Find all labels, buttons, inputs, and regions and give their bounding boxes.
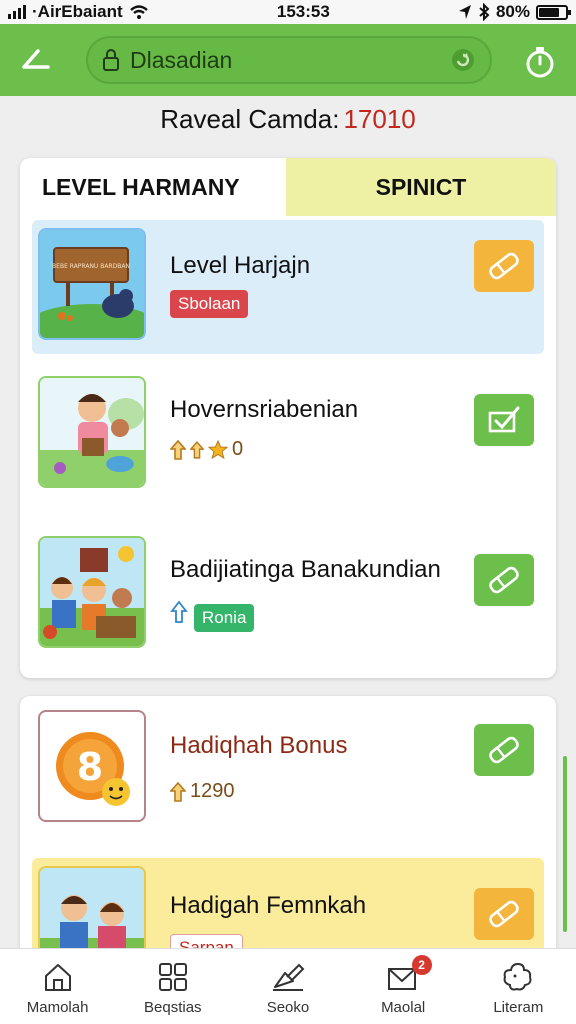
- nav-item-grid[interactable]: Beqstias: [115, 949, 230, 1024]
- arrow-up-outline-icon: [170, 600, 188, 623]
- reload-icon[interactable]: [450, 47, 476, 73]
- address-text: Dlasadian: [130, 46, 233, 73]
- row-meta: 0: [170, 438, 243, 461]
- edit-button[interactable]: [474, 554, 534, 606]
- back-button[interactable]: [16, 42, 56, 82]
- tab-spinict[interactable]: SPINICT: [286, 158, 556, 216]
- scrollbar[interactable]: [563, 756, 567, 932]
- nav-label: Maolal: [381, 999, 426, 1016]
- row-meta-value: 1290: [190, 780, 235, 802]
- nav-label: Seoko: [266, 999, 310, 1016]
- list-item-hovernsriabenian[interactable]: Hovernsriabenian 0: [32, 368, 544, 502]
- list-item-level-harjajn[interactable]: BEBE RAPRANU BARDBAN Level Harjajn Sbola…: [32, 220, 544, 354]
- status-badge: Ronia: [194, 604, 255, 632]
- status-bar: ·AirEbaiant 153:53 80%: [0, 0, 576, 24]
- arrow-up-icon: [170, 439, 186, 460]
- stopwatch-icon: [526, 47, 554, 78]
- level-thumbnail: BEBE RAPRANU BARDBAN: [38, 228, 146, 340]
- row-meta: 1290: [170, 780, 235, 803]
- row-title: Level Harjajn: [170, 252, 311, 279]
- flower-icon: [503, 962, 532, 991]
- edit-button[interactable]: [474, 888, 534, 940]
- timer-button[interactable]: [520, 42, 560, 82]
- eraser-icon: [489, 900, 519, 928]
- eraser-icon: [489, 252, 519, 280]
- nav-item-search[interactable]: Seoko: [230, 949, 345, 1024]
- nav-item-home[interactable]: Mamolah: [0, 949, 115, 1024]
- list-item-hadiqhah-bonus[interactable]: 8 Hadiqhah Bonus 1290: [32, 702, 544, 836]
- checkbox-edit-icon: [488, 406, 520, 433]
- grid-icon: [158, 963, 187, 991]
- tab-bar: LEVEL HARMANY SPINICT: [20, 158, 556, 216]
- nav-item-profile[interactable]: Literam: [461, 949, 576, 1024]
- list-item-badijiatinga[interactable]: Badijiatinga Banakundian Ronia: [32, 528, 544, 662]
- carrier-name: ·AirEbaiant: [32, 2, 123, 21]
- edit-button[interactable]: [474, 240, 534, 292]
- eraser-icon: [489, 736, 519, 764]
- battery-percent: 80%: [495, 2, 530, 21]
- lock-icon: [103, 49, 119, 71]
- tab-level-harmany[interactable]: LEVEL HARMANY: [20, 158, 286, 216]
- signboard-text: BEBE RAPRANU BARDBAN: [52, 263, 130, 270]
- edit-button[interactable]: [474, 394, 534, 446]
- location-icon: [458, 5, 471, 19]
- level-thumbnail: [38, 376, 146, 488]
- app-header: Dlasadian: [0, 24, 576, 96]
- edit-button[interactable]: [474, 724, 534, 776]
- status-time: 153:53: [276, 2, 330, 21]
- back-arrow-icon: [22, 49, 50, 69]
- signal-icon: [8, 5, 26, 19]
- level-thumbnail: [38, 536, 146, 648]
- row-meta-value: 0: [232, 438, 244, 460]
- reveal-summary: Raveal Camda: 17010: [0, 104, 576, 135]
- notification-badge: 2: [411, 955, 432, 975]
- list-item-hadigah-femnkah[interactable]: Hadigah Femnkah Sarpan: [32, 858, 544, 956]
- address-bar[interactable]: Dlasadian: [86, 36, 492, 84]
- battery-icon: [536, 4, 571, 20]
- home-icon: [44, 964, 71, 991]
- arrow-up-icon: [190, 440, 204, 459]
- nav-label: Beqstias: [144, 999, 202, 1016]
- row-title: Hadigah Femnkah: [170, 892, 367, 919]
- status-badge: Sbolaan: [170, 290, 249, 318]
- row-meta: [170, 600, 188, 624]
- row-title: Badijiatinga Banakundian: [170, 556, 441, 583]
- nav-item-messages[interactable]: 2 Maolal: [346, 949, 461, 1024]
- bonus-thumbnail: 8: [38, 710, 146, 822]
- star-icon: [208, 439, 228, 459]
- levels-card: LEVEL HARMANY SPINICT BEBE RAPRANU BARDB…: [20, 158, 556, 678]
- arrow-up-icon: [170, 781, 186, 802]
- reveal-label: Raveal Camda:: [160, 104, 340, 134]
- row-title: Hovernsriabenian: [170, 396, 359, 423]
- reveal-value: 17010: [343, 104, 416, 134]
- bottom-navigation: Mamolah Beqstias Seoko 2 Maolal Literam: [0, 948, 576, 1024]
- row-title: Hadiqhah Bonus: [170, 732, 348, 759]
- edit-pen-icon: [272, 963, 305, 991]
- coin-value: 8: [77, 745, 103, 789]
- bonus-thumbnail: [38, 866, 146, 956]
- bluetooth-icon: [479, 3, 490, 21]
- eraser-icon: [489, 566, 519, 594]
- nav-label: Literam: [493, 999, 544, 1016]
- bonus-card: 8 Hadiqhah Bonus 1290 Hadigah Femnkah Sa…: [20, 696, 556, 956]
- wifi-icon: [129, 5, 148, 19]
- nav-label: Mamolah: [26, 999, 89, 1016]
